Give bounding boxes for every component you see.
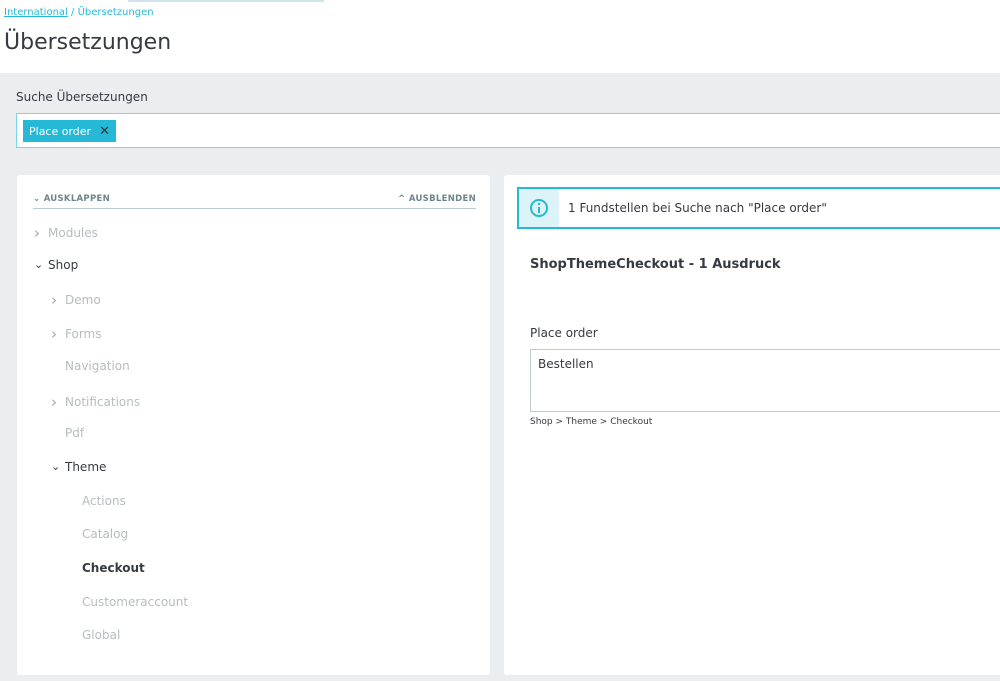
info-message: 1 Fundstellen bei Suche nach "Place orde… <box>568 201 827 215</box>
breadcrumb-international[interactable]: International <box>4 7 68 18</box>
tree-node[interactable]: › Demo <box>51 291 101 309</box>
tree-node-label: Demo <box>65 293 101 308</box>
domain-title: ShopThemeCheckout - 1 Ausdruck <box>530 257 781 272</box>
page-title: Übersetzungen <box>4 30 172 55</box>
tree-node[interactable]: Navigation <box>51 359 130 373</box>
chevron-right-icon[interactable]: › <box>34 224 48 242</box>
tree-node[interactable]: › Notifications <box>51 393 140 411</box>
tree-node-label: Notifications <box>65 394 141 409</box>
tree-node-label: Navigation <box>65 358 130 373</box>
results-panel: 1 Fundstellen bei Suche nach "Place orde… <box>504 175 1000 675</box>
search-tag: Place order ✕ <box>23 120 116 142</box>
tree-node[interactable]: Global <box>68 628 120 642</box>
tree-node[interactable]: Pdf <box>51 426 84 440</box>
page-header: International / Übersetzungen Übersetzun… <box>0 0 1000 73</box>
translation-textarea[interactable]: Bestellen <box>530 349 1000 412</box>
info-alert: 1 Fundstellen bei Suche nach "Place orde… <box>517 187 1000 229</box>
search-tag-label: Place order <box>29 124 92 138</box>
tree-toolbar: ⌄ AUSKLAPPEN ^ AUSBLENDEN <box>33 190 476 209</box>
tree-node-label: Shop <box>48 257 79 272</box>
tree-node[interactable]: Catalog <box>68 527 128 541</box>
tree-node-label: Forms <box>65 327 102 342</box>
chevron-down-icon[interactable]: ⌄ <box>34 258 48 271</box>
tree-node-label: Global <box>82 628 121 643</box>
tree-node[interactable]: Actions <box>68 494 126 508</box>
tree-node[interactable]: Checkout <box>68 561 145 575</box>
tree-node[interactable]: › Modules <box>34 224 98 242</box>
breadcrumb-separator: / <box>71 7 75 18</box>
tree-node-label: Modules <box>48 226 98 240</box>
close-icon[interactable]: ✕ <box>99 124 110 139</box>
info-icon <box>519 189 559 227</box>
collapse-all-button[interactable]: ^ AUSBLENDEN <box>398 194 476 204</box>
tree-node-label: Checkout <box>82 561 145 575</box>
tree-node[interactable]: ⌄ Theme <box>51 460 106 474</box>
breadcrumb-current[interactable]: Übersetzungen <box>78 7 154 18</box>
chevron-down-icon[interactable]: ⌄ <box>51 460 65 473</box>
tree-node-label: Actions <box>82 493 126 508</box>
breadcrumb: International / Übersetzungen <box>4 7 154 18</box>
tree-node-label: Customeraccount <box>82 594 189 609</box>
scrollbar-top <box>128 0 324 2</box>
expand-all-button[interactable]: ⌄ AUSKLAPPEN <box>33 194 110 204</box>
search-input[interactable]: Place order ✕ <box>16 113 1000 148</box>
translation-path: Shop > Theme > Checkout <box>530 417 653 427</box>
tree-node[interactable]: Customeraccount <box>68 595 188 609</box>
tree-node[interactable]: › Forms <box>51 325 101 343</box>
chevron-right-icon[interactable]: › <box>51 325 65 343</box>
chevron-right-icon[interactable]: › <box>51 393 65 411</box>
tree-node-label: Catalog <box>82 527 129 542</box>
tree-panel: ⌄ AUSKLAPPEN ^ AUSBLENDEN › Modules ⌄ Shop ›… <box>17 175 490 675</box>
tree-node-label: Pdf <box>65 426 85 441</box>
chevron-right-icon[interactable]: › <box>51 291 65 309</box>
tree-node[interactable]: ⌄ Shop <box>34 258 78 272</box>
tree-node-label: Theme <box>65 459 107 474</box>
search-label: Suche Übersetzungen <box>16 90 148 104</box>
source-label: Place order <box>530 326 598 340</box>
